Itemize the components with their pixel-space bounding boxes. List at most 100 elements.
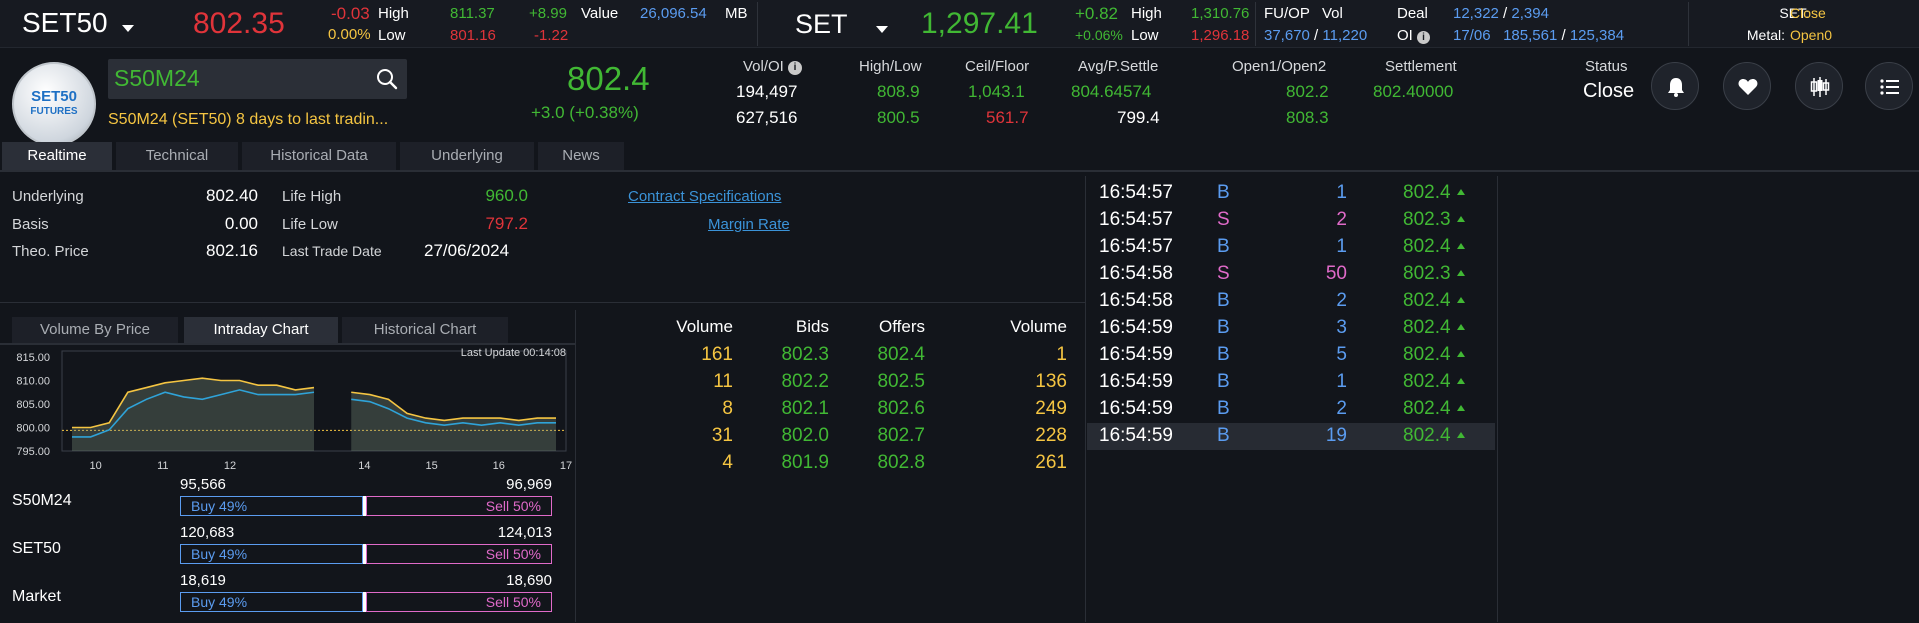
offer-price[interactable]: 802.8	[839, 452, 925, 474]
market-ticker-bar: SET50 802.35 -0.03 0.00% High Low 811.37…	[0, 0, 1919, 48]
tab-intraday-chart[interactable]: Intraday Chart	[184, 317, 338, 343]
tick-time: 16:54:59	[1099, 344, 1173, 365]
tick-row[interactable]: 16:54:59 B 3 802.4	[1087, 315, 1495, 342]
bid-price[interactable]: 802.1	[743, 398, 829, 420]
up-arrow-icon	[1456, 378, 1465, 384]
oi-label: OI i	[1397, 27, 1431, 44]
search-icon[interactable]	[376, 68, 398, 95]
up-arrow-icon	[1456, 324, 1465, 330]
settlement-price: 802.40000	[1373, 82, 1454, 101]
tab-historical-chart[interactable]: Historical Chart	[342, 317, 508, 343]
tick-price: 802.4	[1403, 290, 1465, 312]
symbol-search-box[interactable]: S50M24	[108, 59, 407, 99]
life-high-value: 960.0	[485, 186, 528, 205]
tick-row[interactable]: 16:54:57 B 1 802.4	[1087, 180, 1495, 207]
bid-price[interactable]: 802.0	[743, 425, 829, 447]
tick-row[interactable]: 16:54:58 B 2 802.4	[1087, 288, 1495, 315]
menu-button[interactable]	[1865, 62, 1913, 110]
offer-price[interactable]: 802.7	[839, 425, 925, 447]
offer-price[interactable]: 802.6	[839, 398, 925, 420]
oi-date: 17/06	[1453, 27, 1491, 44]
bid-price[interactable]: 802.2	[743, 371, 829, 393]
tick-time: 16:54:59	[1099, 425, 1173, 446]
tab-news[interactable]: News	[538, 142, 624, 170]
divider	[1085, 176, 1086, 622]
fuop-vol-fu: 37,670	[1264, 27, 1310, 44]
bid-price[interactable]: 802.3	[743, 344, 829, 366]
bid-volume: 31	[711, 425, 733, 446]
divider	[575, 310, 576, 622]
day-low: 800.5	[877, 108, 920, 127]
info-icon[interactable]: i	[788, 61, 803, 75]
set50-high-label: High	[378, 5, 409, 22]
set-high-label: High	[1131, 5, 1162, 22]
x-tick-label: 16	[493, 460, 505, 472]
tab-underlying[interactable]: Underlying	[400, 142, 534, 170]
favorite-button[interactable]	[1723, 62, 1771, 110]
tick-price-value: 802.3	[1403, 263, 1451, 284]
tick-price-value: 802.4	[1403, 425, 1451, 446]
tick-row[interactable]: 16:54:59 B 19 802.4	[1087, 423, 1495, 450]
fuop-vol-label: Vol	[1322, 5, 1343, 22]
heart-icon	[1738, 79, 1758, 95]
sell-volume: 124,013	[497, 524, 552, 541]
symbol-search-input[interactable]: S50M24	[114, 65, 200, 92]
tick-row[interactable]: 16:54:57 B 1 802.4	[1087, 234, 1495, 261]
avg-psettle-label: Avg/P.Settle	[1078, 58, 1159, 75]
tick-time: 16:54:59	[1099, 398, 1173, 419]
tick-time: 16:54:58	[1099, 263, 1173, 284]
alert-button[interactable]	[1651, 62, 1699, 110]
set-low-label: Low	[1131, 27, 1159, 44]
margin-rate-link[interactable]: Margin Rate	[708, 216, 790, 233]
series-area	[72, 378, 314, 451]
bid-price[interactable]: 801.9	[743, 452, 829, 474]
divider	[0, 343, 575, 345]
tab-underline	[0, 170, 1919, 172]
tick-row[interactable]: 16:54:59 B 1 802.4	[1087, 369, 1495, 396]
tick-volume: 5	[1336, 344, 1347, 365]
buy-sell-bar: Buy 49% Sell 50%	[180, 592, 552, 612]
info-icon[interactable]: i	[1417, 31, 1431, 44]
offer-price[interactable]: 802.5	[839, 371, 925, 393]
value-label: Value	[581, 5, 619, 22]
trading-status: Close	[1583, 80, 1635, 102]
tab-volume-by-price[interactable]: Volume By Price	[12, 317, 178, 343]
tab-historical-data[interactable]: Historical Data	[242, 142, 396, 170]
set-low: 1,296.18	[1191, 27, 1250, 44]
tick-row[interactable]: 16:54:57 S 2 802.3	[1087, 207, 1495, 234]
index-name-set50[interactable]: SET50	[22, 7, 108, 39]
y-tick-label: 795.00	[16, 446, 50, 458]
ceil-floor-label: Ceil/Floor	[965, 58, 1030, 75]
tick-time: 16:54:58	[1099, 290, 1173, 311]
tick-side: S	[1217, 263, 1230, 284]
symbol-description: S50M24 (SET50) 8 days to last tradin...	[108, 111, 389, 128]
oi-op: 125,384	[1569, 27, 1625, 44]
tick-row[interactable]: 16:54:59 B 2 802.4	[1087, 396, 1495, 423]
tab-technical[interactable]: Technical	[116, 142, 238, 170]
fuop-vol-op: 11,220	[1322, 27, 1368, 44]
tick-price-value: 802.4	[1403, 236, 1451, 257]
open-interest: 627,516	[736, 108, 798, 127]
tab-realtime[interactable]: Realtime	[2, 142, 112, 170]
tick-row[interactable]: 16:54:58 S 50 802.3	[1087, 261, 1495, 288]
last-change: +3.0 (+0.38%)	[531, 103, 639, 122]
deal-label: Deal	[1397, 5, 1428, 22]
fuop-vol: 37,670 / 11,220	[1264, 27, 1367, 44]
chart-title: Last Update 00:14:08	[461, 347, 566, 359]
tick-price-value: 802.3	[1403, 209, 1451, 230]
tick-row[interactable]: 16:54:59 B 5 802.4	[1087, 342, 1495, 369]
tick-price-value: 802.4	[1403, 398, 1451, 419]
chevron-down-icon[interactable]	[876, 20, 888, 38]
chart-button[interactable]	[1795, 62, 1843, 110]
life-low-label: Life Low	[282, 216, 338, 233]
tick-price: 802.4	[1403, 236, 1465, 258]
up-arrow-icon	[1456, 432, 1465, 438]
tick-side: B	[1217, 398, 1230, 419]
offer-price[interactable]: 802.4	[839, 344, 925, 366]
index-name-set[interactable]: SET	[795, 9, 848, 40]
x-tick-label: 14	[358, 460, 370, 472]
contract-specifications-link[interactable]: Contract Specifications	[628, 188, 781, 205]
vol-oi-label-text: Vol/OI	[743, 58, 784, 75]
status-label: Status	[1585, 58, 1628, 75]
chevron-down-icon[interactable]	[122, 19, 134, 37]
